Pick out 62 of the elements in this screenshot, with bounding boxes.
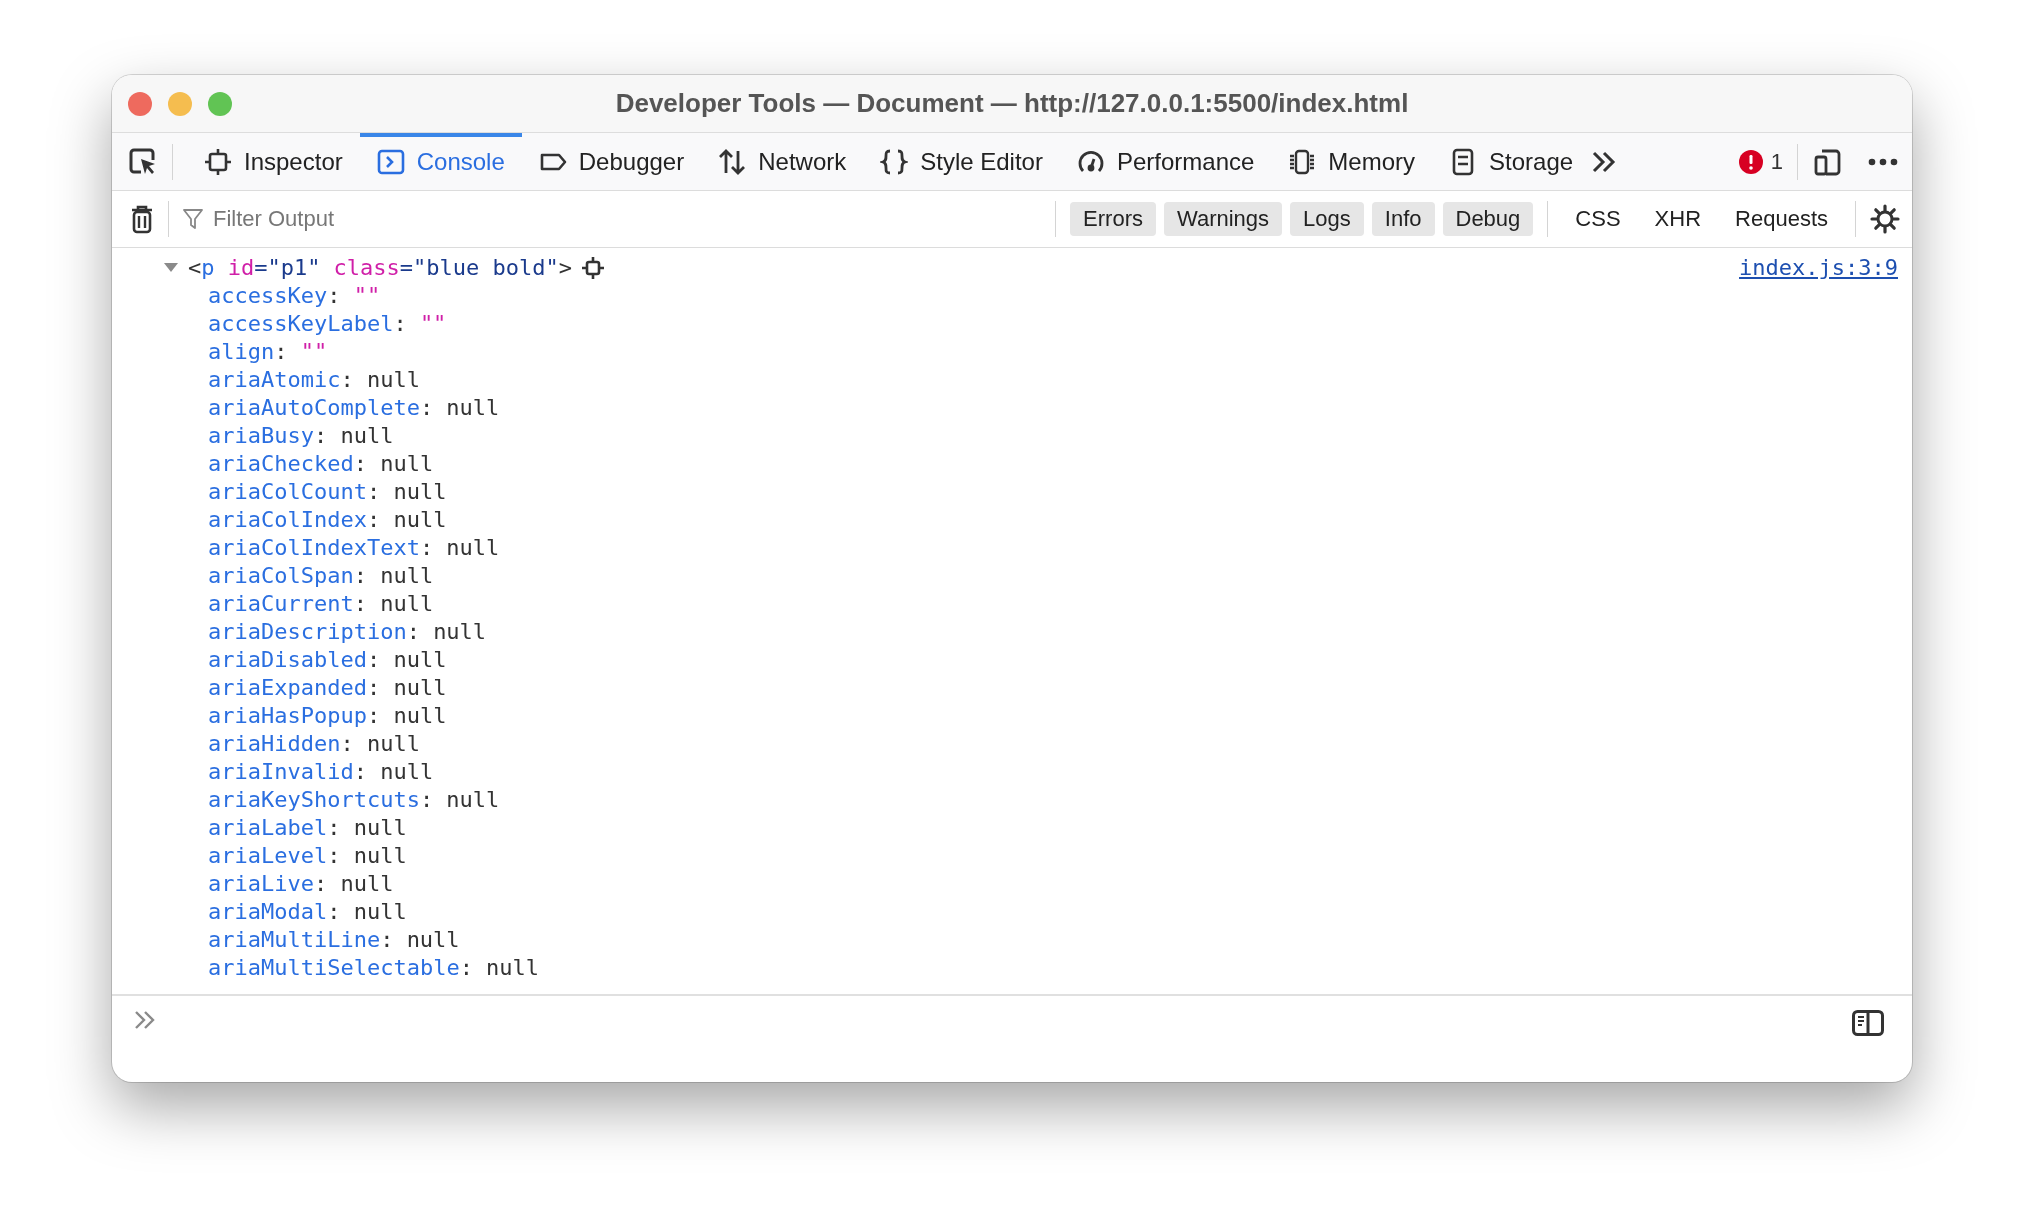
element-preview[interactable]: <p id="p1" class="blue bold"> (188, 254, 573, 282)
property-row-text: ariaColSpan: null (207, 562, 434, 590)
level-filter-button[interactable]: Warnings (1163, 202, 1283, 236)
error-count[interactable]: 1 (1770, 148, 1783, 175)
property-row-text: ariaMultiLine: null (207, 926, 460, 954)
property-row-text: ariaInvalid: null (207, 758, 434, 786)
devtools-tab[interactable]: Inspector (187, 133, 360, 190)
devtools-tab[interactable]: Console (359, 133, 522, 190)
level-filter-button[interactable]: Debug (1442, 202, 1534, 236)
property-row-text: align: "" (207, 338, 328, 366)
devtools-tab[interactable]: Memory (1271, 133, 1432, 190)
property-row-text: ariaDisabled: null (207, 646, 447, 674)
up-down-arrows-icon (718, 147, 747, 176)
property-row-text: ariaAutoComplete: null (207, 394, 500, 422)
property-row-text: ariaMultiSelectable: null (207, 954, 540, 982)
property-row-text: ariaLabel: null (207, 814, 407, 842)
property-row-text: ariaKeyShortcuts: null (207, 786, 500, 814)
source-location-link[interactable]: index.js:3:9 (1739, 254, 1898, 282)
property-row-text: ariaColIndex: null (207, 506, 447, 534)
sidebar-toggle-icon[interactable] (1852, 1010, 1884, 1036)
type-filter-button[interactable]: Requests (1722, 202, 1841, 236)
expand-triangle-icon[interactable] (164, 263, 178, 273)
braces-icon (880, 147, 909, 176)
chip-icon (1288, 147, 1317, 176)
property-row-text: ariaLive: null (207, 870, 394, 898)
devtools-tab[interactable]: Network (701, 133, 864, 190)
property-row-text: ariaDescription: null (207, 618, 487, 646)
terminal-icon (376, 147, 405, 176)
filter-icon (183, 208, 203, 230)
property-row-text: ariaChecked: null (207, 450, 434, 478)
prompt-chevrons-icon (134, 1010, 156, 1030)
close-button[interactable] (128, 91, 152, 116)
property-row-text: ariaBusy: null (207, 422, 394, 450)
property-row-text: ariaExpanded: null (207, 674, 447, 702)
trash-icon[interactable] (130, 204, 154, 234)
property-row-text: ariaHasPopup: null (207, 702, 447, 730)
more-icon[interactable] (1868, 157, 1898, 166)
property-row-text: ariaHidden: null (207, 730, 420, 758)
crosshair-frame-icon[interactable] (582, 257, 605, 279)
level-filter-button[interactable]: Info (1371, 202, 1435, 236)
property-row-text: ariaLevel: null (207, 842, 407, 870)
property-row-text: ariaColCount: null (207, 478, 447, 506)
devtools-tab[interactable]: Debugger (521, 133, 702, 190)
level-filter-button[interactable]: Logs (1290, 202, 1364, 236)
property-row-text: accessKey: "" (207, 282, 381, 310)
frame-icon (204, 147, 232, 176)
error-icon[interactable] (1738, 149, 1763, 174)
devtools-tab[interactable]: Performance (1059, 133, 1272, 190)
element-picker-icon[interactable] (128, 146, 158, 177)
property-row-text: accessKeyLabel: "" (207, 310, 447, 338)
type-filter-button[interactable]: CSS (1562, 202, 1634, 236)
property-row-text: ariaColIndexText: null (207, 534, 500, 562)
property-row-text: ariaAtomic: null (207, 366, 420, 394)
property-row-text: ariaCurrent: null (207, 590, 434, 618)
level-filter-button[interactable]: Errors (1070, 202, 1156, 236)
filter-field[interactable]: Filter Output (211, 205, 1042, 233)
devtools-tab[interactable]: Storage (1432, 133, 1591, 190)
devtools-tab[interactable]: Style Editor (863, 133, 1060, 190)
window-title: Developer Tools — Document — http://127.0.0.1:5500/index.html (614, 88, 1410, 119)
type-filter-button[interactable]: XHR (1641, 202, 1715, 236)
settings-icon[interactable] (1870, 204, 1900, 234)
property-row-text: ariaModal: null (207, 898, 407, 926)
